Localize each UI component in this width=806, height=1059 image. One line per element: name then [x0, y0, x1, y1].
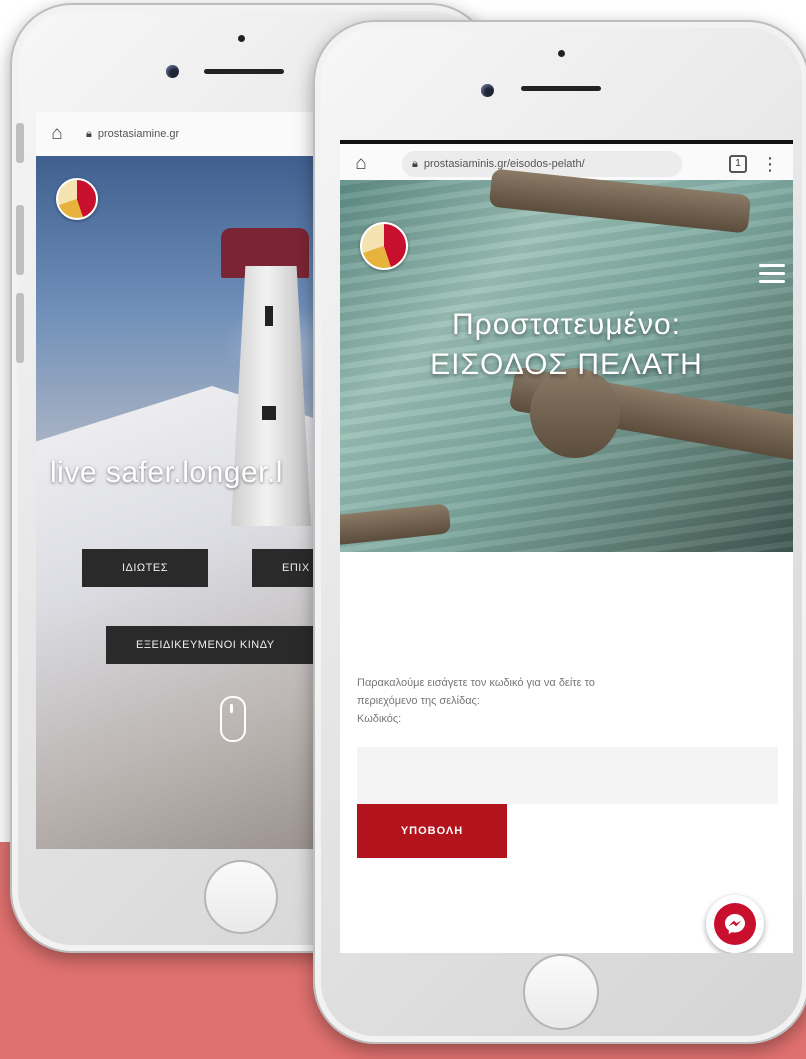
hero-tagline: live safer.longer.l: [50, 456, 283, 489]
form-instruction-line1: Παρακαλούμε εισάγετε τον κωδικό για να δ…: [357, 677, 595, 689]
volume-up-button: [16, 205, 24, 275]
form-instruction-line2: περιεχόμενο της σελίδας:: [357, 695, 480, 707]
individuals-button[interactable]: ΙΔΙΩΤΕΣ: [82, 549, 208, 587]
proximity-sensor: [238, 35, 245, 42]
logo-icon[interactable]: [360, 222, 408, 270]
scroll-down-icon[interactable]: [220, 696, 246, 742]
hero-keys: Προστατευμένο: ΕΙΣΟΔΟΣ ΠΕΛΑΤΗ: [340, 168, 793, 552]
messenger-chat-button[interactable]: [706, 895, 764, 953]
right-screen: ⌂ 🔒︎ prostasiaminis.gr/eisodos-pelath/ 1…: [340, 140, 793, 953]
password-label: Κωδικός:: [357, 713, 402, 725]
proximity-sensor: [558, 50, 565, 57]
logo-icon[interactable]: [56, 178, 98, 220]
password-field[interactable]: [357, 747, 778, 804]
lock-icon: 🔒︎: [86, 127, 92, 140]
lighthouse-window: [262, 406, 276, 420]
page-title-line1: Προστατευμένο:: [451, 308, 681, 341]
home-button[interactable]: [523, 954, 599, 1030]
more-menu-icon[interactable]: ⋮: [761, 155, 779, 173]
submit-button[interactable]: ΥΠΟΒΟΛΗ: [357, 804, 507, 858]
url-text[interactable]: prostasiaminis.gr/eisodos-pelath/: [424, 158, 585, 170]
home-icon[interactable]: ⌂: [46, 123, 68, 145]
lighthouse-window: [265, 306, 273, 326]
home-icon[interactable]: ⌂: [350, 153, 372, 175]
key-image: [340, 503, 452, 547]
earpiece-speaker: [521, 86, 601, 91]
page-title-line2: ΕΙΣΟΔΟΣ ΠΕΛΑΤΗ: [430, 348, 703, 381]
volume-down-button: [16, 293, 24, 363]
front-camera: [166, 65, 179, 78]
earpiece-speaker: [204, 69, 284, 74]
messenger-icon: [714, 903, 756, 945]
phone-right: ⌂ 🔒︎ prostasiaminis.gr/eisodos-pelath/ 1…: [313, 20, 806, 1044]
mute-switch: [16, 123, 24, 163]
tabs-counter-icon[interactable]: 1: [729, 155, 747, 173]
home-button[interactable]: [204, 860, 278, 934]
front-camera: [481, 84, 494, 97]
url-text[interactable]: prostasiamine.gr: [98, 128, 179, 140]
lock-icon: 🔒︎: [412, 157, 418, 170]
hamburger-menu-icon[interactable]: [759, 264, 785, 288]
